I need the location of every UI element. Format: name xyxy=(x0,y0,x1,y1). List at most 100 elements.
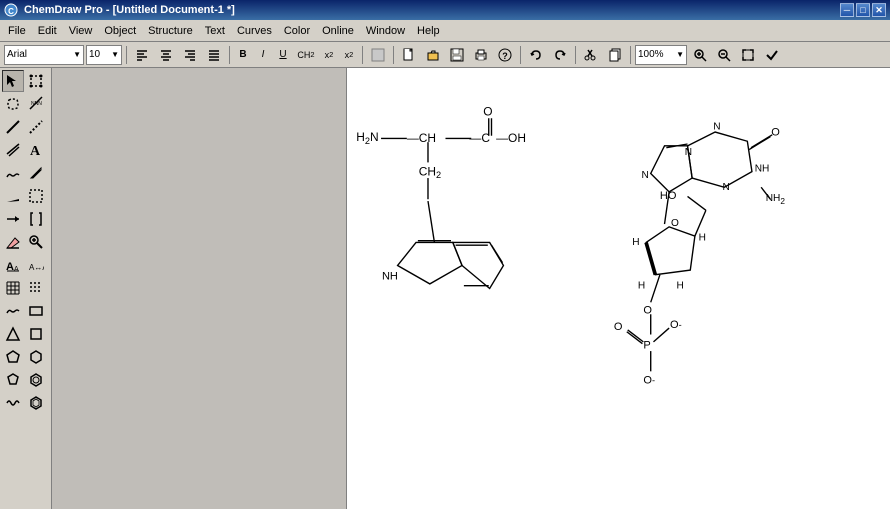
cyclopentane-tool[interactable] xyxy=(2,369,24,391)
maximize-button[interactable]: □ xyxy=(856,3,870,17)
underline-button[interactable]: U xyxy=(274,46,292,64)
menu-object[interactable]: Object xyxy=(98,23,142,39)
bond-double-tool[interactable] xyxy=(2,139,24,161)
wedge-tool[interactable] xyxy=(2,185,24,207)
zoom-in-button[interactable] xyxy=(689,45,711,65)
svg-text:C: C xyxy=(8,7,14,16)
window-controls[interactable]: ─ □ ✕ xyxy=(840,3,886,17)
tool-row-5 xyxy=(2,162,49,184)
align-left-button[interactable] xyxy=(131,45,153,65)
tool-row-12 xyxy=(2,323,49,345)
minimize-button[interactable]: ─ xyxy=(840,3,854,17)
measure-tool[interactable]: NNN xyxy=(25,93,47,115)
menu-view[interactable]: View xyxy=(63,23,99,39)
tool-row-1 xyxy=(2,70,49,92)
close-button[interactable]: ✕ xyxy=(872,3,886,17)
svg-text:O: O xyxy=(614,321,623,333)
molecule-svg: H2N —CH —C O —OH CH2 xyxy=(347,68,890,509)
tool-row-15 xyxy=(2,392,49,414)
pentagon-tool[interactable] xyxy=(2,346,24,368)
grid-tool[interactable] xyxy=(2,277,24,299)
svg-text:H: H xyxy=(632,237,639,248)
bond-dashed-tool[interactable] xyxy=(25,116,47,138)
bracket-tool[interactable] xyxy=(25,208,47,230)
arrow-tool[interactable] xyxy=(2,208,24,230)
canvas-area[interactable]: H2N —CH —C O —OH CH2 xyxy=(52,68,890,509)
marquee-tool[interactable] xyxy=(25,185,47,207)
select-tool[interactable] xyxy=(2,70,24,92)
triangle-tool[interactable] xyxy=(2,323,24,345)
resize-text-tool[interactable]: AA xyxy=(2,254,24,276)
toolbar: Arial ▼ 10 ▼ B I U CH2 x2 x2 ? xyxy=(0,42,890,68)
undo-button[interactable] xyxy=(525,45,547,65)
eraser-tool[interactable] xyxy=(2,231,24,253)
wavy-line-tool[interactable] xyxy=(2,392,24,414)
title-text: ChemDraw Pro - [Untitled Document-1 *] xyxy=(24,4,840,16)
menu-window[interactable]: Window xyxy=(360,23,411,39)
rectangle-tool[interactable] xyxy=(25,300,47,322)
rotate-tool[interactable] xyxy=(25,70,47,92)
square-tool[interactable] xyxy=(25,323,47,345)
svg-text:P: P xyxy=(643,339,650,351)
align-center-button[interactable] xyxy=(155,45,177,65)
drawing-canvas[interactable]: H2N —CH —C O —OH CH2 xyxy=(347,68,890,509)
zoom-dropdown[interactable]: 100% ▼ xyxy=(635,45,687,65)
text-tool[interactable]: A xyxy=(25,139,47,161)
tool-row-14 xyxy=(2,369,49,391)
menu-color[interactable]: Color xyxy=(278,23,316,39)
cut-button[interactable] xyxy=(580,45,602,65)
dotted-tool[interactable] xyxy=(25,277,47,299)
align-right-button[interactable] xyxy=(179,45,201,65)
lasso-tool[interactable] xyxy=(2,93,24,115)
tool-row-11 xyxy=(2,300,49,322)
bond-single-tool[interactable] xyxy=(2,116,24,138)
menu-text[interactable]: Text xyxy=(199,23,231,39)
svg-text:O: O xyxy=(771,127,780,139)
menu-online[interactable]: Online xyxy=(316,23,360,39)
hexagon-tool[interactable] xyxy=(25,346,47,368)
tool-row-7 xyxy=(2,208,49,230)
toolbar-separator-1 xyxy=(126,46,127,64)
zoom-out-button[interactable] xyxy=(713,45,735,65)
print-button[interactable] xyxy=(470,45,492,65)
pen-tool[interactable] xyxy=(25,162,47,184)
check-button[interactable] xyxy=(761,45,783,65)
superscript-button[interactable]: x2 xyxy=(340,46,358,64)
benzene-tool[interactable] xyxy=(25,369,47,391)
menu-edit[interactable]: Edit xyxy=(32,23,63,39)
italic-button[interactable]: I xyxy=(254,46,272,64)
menu-help[interactable]: Help xyxy=(411,23,446,39)
wavy-bond-tool[interactable] xyxy=(2,162,24,184)
copy-button[interactable] xyxy=(604,45,626,65)
menu-file[interactable]: File xyxy=(2,23,32,39)
new-button[interactable] xyxy=(398,45,420,65)
subscript-ch2-button[interactable]: CH2 xyxy=(294,46,318,64)
app-icon: C xyxy=(4,2,20,18)
color-swatch[interactable] xyxy=(367,45,389,65)
subscript-button[interactable]: x2 xyxy=(320,46,338,64)
fit-button[interactable] xyxy=(737,45,759,65)
tool-row-8 xyxy=(2,231,49,253)
more-rings-tool[interactable] xyxy=(25,392,47,414)
align-justify-button[interactable] xyxy=(203,45,225,65)
toolbox: NNN A xyxy=(0,68,52,509)
tool-row-2: NNN xyxy=(2,93,49,115)
open-button[interactable] xyxy=(422,45,444,65)
svg-text:H: H xyxy=(676,281,683,292)
redo-button[interactable] xyxy=(549,45,571,65)
svg-text:A: A xyxy=(14,266,19,273)
save-button[interactable] xyxy=(446,45,468,65)
titlebar: C ChemDraw Pro - [Untitled Document-1 *]… xyxy=(0,0,890,20)
menu-structure[interactable]: Structure xyxy=(142,23,199,39)
atom-map-tool[interactable]: A↔A xyxy=(25,254,47,276)
bold-button[interactable]: B xyxy=(234,46,252,64)
font-dropdown[interactable]: Arial ▼ xyxy=(4,45,84,65)
menu-curves[interactable]: Curves xyxy=(231,23,278,39)
svg-text:A↔A: A↔A xyxy=(29,263,44,272)
svg-text:O: O xyxy=(671,218,679,229)
fontsize-dropdown[interactable]: 10 ▼ xyxy=(86,45,122,65)
toolbar-separator-2 xyxy=(229,46,230,64)
wave-tool[interactable] xyxy=(2,300,24,322)
help-button[interactable]: ? xyxy=(494,45,516,65)
zoom-tool[interactable] xyxy=(25,231,47,253)
